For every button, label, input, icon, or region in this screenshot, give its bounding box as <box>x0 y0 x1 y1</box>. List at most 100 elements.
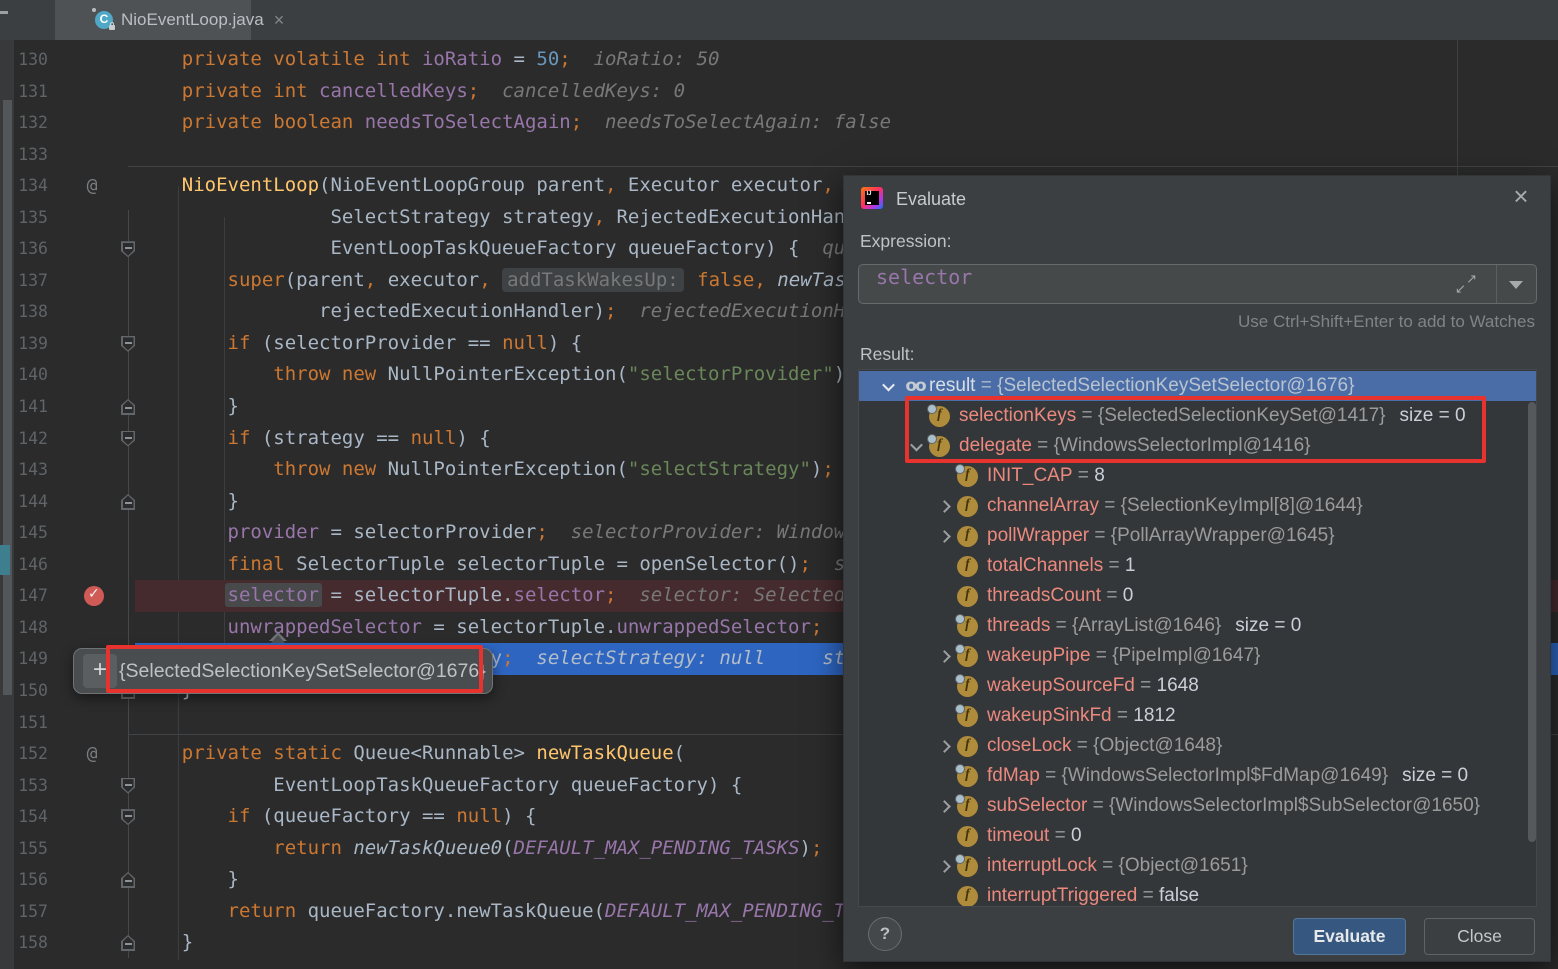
code-line[interactable]: } <box>136 927 193 959</box>
variable-value: 0 <box>1123 585 1134 607</box>
line-number[interactable]: 155 <box>8 833 48 865</box>
code-line[interactable]: private int cancelledKeys; cancelledKeys… <box>136 76 685 108</box>
tree-row[interactable]: closeLock = {Object@1648} <box>859 731 1537 761</box>
fold-icon[interactable] <box>121 241 135 257</box>
tree-row[interactable]: interruptLock = {Object@1651} <box>859 851 1537 881</box>
line-number[interactable]: 139 <box>8 328 48 360</box>
line-number[interactable]: 156 <box>8 864 48 896</box>
history-dropdown-icon[interactable] <box>1509 281 1523 289</box>
code-line[interactable]: throw new NullPointerException("selector… <box>136 359 857 391</box>
line-number[interactable]: 146 <box>8 549 48 581</box>
variable-name: timeout <box>987 825 1049 847</box>
code-line[interactable]: throw new NullPointerException("selectSt… <box>136 454 834 486</box>
tree-row[interactable]: pollWrapper = {PollArrayWrapper@1645} <box>859 521 1537 551</box>
line-number[interactable]: 158 <box>8 927 48 959</box>
fold-icon[interactable] <box>121 494 135 510</box>
tree-row[interactable]: channelArray = {SelectionKeyImpl[8]@1644… <box>859 491 1537 521</box>
line-number[interactable]: 130 <box>8 44 48 76</box>
evaluate-button[interactable]: Evaluate <box>1293 918 1406 955</box>
tree-row[interactable]: delegate = {WindowsSelectorImpl@1416} <box>859 431 1537 461</box>
tab-nioeventloop[interactable]: C NioEventLoop.java × <box>55 0 251 40</box>
code-line[interactable]: return newTaskQueue0(DEFAULT_MAX_PENDING… <box>136 833 822 865</box>
add-to-watches-plus-button[interactable]: + <box>83 654 117 688</box>
line-number[interactable]: 138 <box>8 296 48 328</box>
tree-row[interactable]: threads = {ArrayList@1646}size = 0 <box>859 611 1537 641</box>
line-number[interactable]: 148 <box>8 612 48 644</box>
variable-value: {SelectionKeyImpl[8]@1644} <box>1121 495 1363 517</box>
chevron-right-icon[interactable] <box>931 532 957 541</box>
code-line[interactable]: private boolean needsToSelectAgain; need… <box>136 107 891 139</box>
line-number[interactable]: 150 <box>8 675 48 707</box>
line-number[interactable]: 140 <box>8 359 48 391</box>
tree-row[interactable]: wakeupSourceFd = 1648 <box>859 671 1537 701</box>
code-line[interactable]: if (strategy == null) { <box>136 423 491 455</box>
line-number[interactable]: 152 <box>8 738 48 770</box>
line-number[interactable]: 137 <box>8 265 48 297</box>
expression-input[interactable]: selector ↗↙ <box>858 264 1537 304</box>
line-number[interactable]: 131 <box>8 76 48 108</box>
code-line[interactable]: if (queueFactory == null) { <box>136 801 536 833</box>
line-number[interactable]: 154 <box>8 801 48 833</box>
code-line[interactable]: } <box>136 864 239 896</box>
fold-icon[interactable] <box>121 809 135 825</box>
line-number[interactable]: 149 <box>8 643 48 675</box>
line-number[interactable]: 135 <box>8 202 48 234</box>
minimize-icon[interactable] <box>0 11 8 14</box>
code-line[interactable]: private static Queue<Runnable> newTaskQu… <box>136 738 685 770</box>
tree-row[interactable]: ooresult = {SelectedSelectionKeySetSelec… <box>859 371 1537 401</box>
line-number[interactable]: 141 <box>8 391 48 423</box>
close-button[interactable]: Close <box>1424 918 1535 955</box>
tree-row[interactable]: totalChannels = 1 <box>859 551 1537 581</box>
fold-icon[interactable] <box>121 872 135 888</box>
code-line[interactable]: unwrappedSelector = selectorTuple.unwrap… <box>136 612 868 644</box>
tree-row[interactable]: timeout = 0 <box>859 821 1537 851</box>
code-line[interactable]: EventLoopTaskQueueFactory queueFactory) … <box>136 770 742 802</box>
help-button[interactable]: ? <box>868 917 902 951</box>
tree-row[interactable]: subSelector = {WindowsSelectorImpl$SubSe… <box>859 791 1537 821</box>
line-number[interactable]: 145 <box>8 517 48 549</box>
code-line[interactable]: } <box>136 486 239 518</box>
chevron-down-icon[interactable] <box>903 442 929 451</box>
line-number[interactable]: 151 <box>8 707 48 739</box>
line-number[interactable]: 134 <box>8 170 48 202</box>
line-number[interactable]: 143 <box>8 454 48 486</box>
line-number[interactable]: 157 <box>8 896 48 928</box>
code-line[interactable]: if (selectorProvider == null) { <box>136 328 582 360</box>
tab-close-icon[interactable]: × <box>274 11 285 29</box>
expand-editor-icon[interactable]: ↗↙ <box>1455 273 1477 295</box>
fold-icon[interactable] <box>121 399 135 415</box>
line-number[interactable]: 153 <box>8 770 48 802</box>
result-tree[interactable]: ooresult = {SelectedSelectionKeySetSelec… <box>858 369 1537 907</box>
line-number[interactable]: 142 <box>8 423 48 455</box>
tree-row[interactable]: INIT_CAP = 8 <box>859 461 1537 491</box>
tree-row[interactable]: interruptTriggered = false <box>859 881 1537 907</box>
close-icon[interactable]: × <box>1506 182 1536 212</box>
chevron-right-icon[interactable] <box>931 862 957 871</box>
tree-row[interactable]: threadsCount = 0 <box>859 581 1537 611</box>
code-line[interactable]: } <box>136 391 239 423</box>
breakpoint-icon[interactable] <box>84 586 104 606</box>
line-number[interactable]: 147 <box>8 580 48 612</box>
tree-row[interactable]: selectionKeys = {SelectedSelectionKeySet… <box>859 401 1537 431</box>
tree-row[interactable]: wakeupSinkFd = 1812 <box>859 701 1537 731</box>
line-number[interactable]: 136 <box>8 233 48 265</box>
fold-icon[interactable] <box>121 431 135 447</box>
chevron-right-icon[interactable] <box>931 502 957 511</box>
chevron-right-icon[interactable] <box>931 802 957 811</box>
code-line[interactable]: return queueFactory.newTaskQueue(DEFAULT… <box>136 896 914 928</box>
tree-row[interactable]: fdMap = {WindowsSelectorImpl$FdMap@1649}… <box>859 761 1537 791</box>
variable-name: threads <box>987 615 1050 637</box>
chevron-right-icon[interactable] <box>931 652 957 661</box>
chevron-right-icon[interactable] <box>931 742 957 751</box>
line-number[interactable]: 132 <box>8 107 48 139</box>
code-line[interactable]: private volatile int ioRatio = 50; ioRat… <box>136 44 719 76</box>
fold-icon[interactable] <box>121 336 135 352</box>
line-number[interactable]: 133 <box>8 139 48 171</box>
tree-scrollbar[interactable] <box>1528 402 1536 842</box>
stripe-scrollbar-thumb[interactable] <box>3 100 12 695</box>
fold-icon[interactable] <box>121 935 135 951</box>
fold-icon[interactable] <box>121 778 135 794</box>
chevron-down-icon[interactable] <box>875 382 901 391</box>
line-number[interactable]: 144 <box>8 486 48 518</box>
tree-row[interactable]: wakeupPipe = {PipeImpl@1647} <box>859 641 1537 671</box>
